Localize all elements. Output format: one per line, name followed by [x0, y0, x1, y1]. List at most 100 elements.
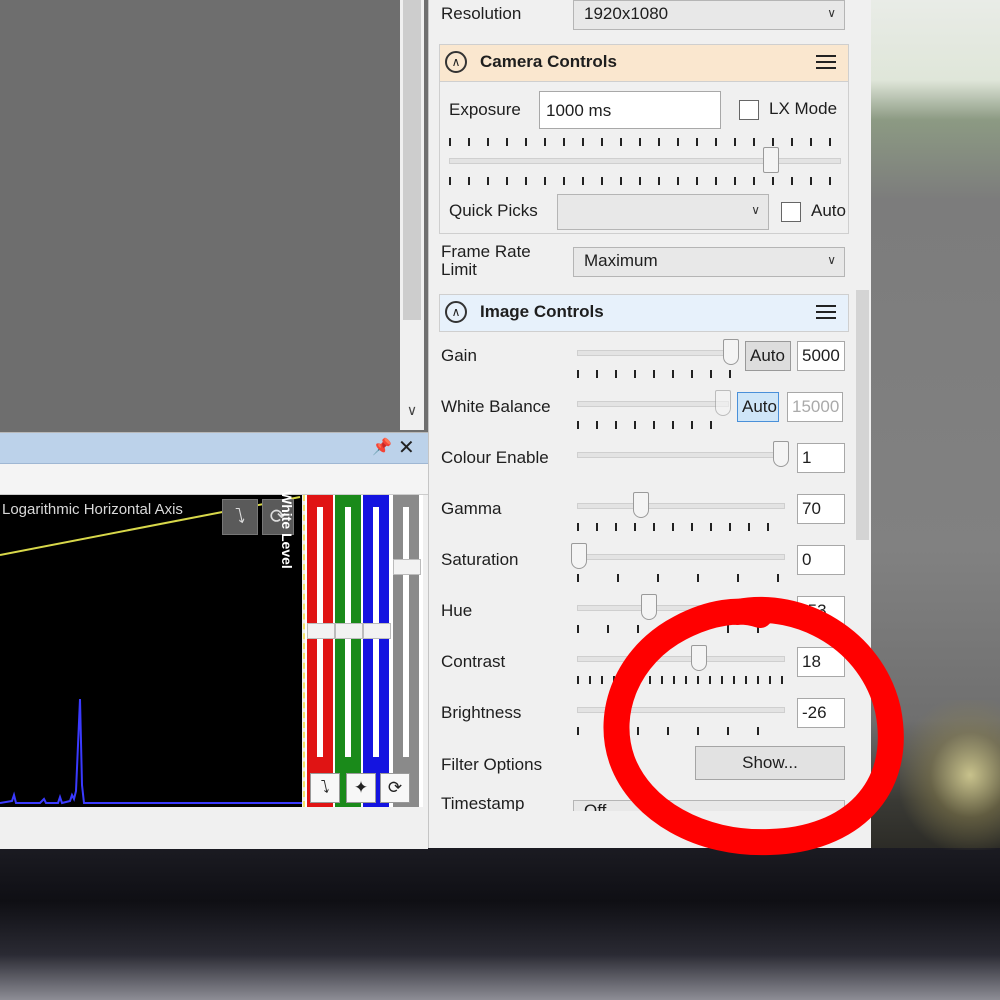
scrollbar-thumb[interactable] [856, 290, 869, 540]
camera-controls-title: Camera Controls [480, 52, 617, 71]
hue-value[interactable]: -53 [797, 596, 845, 626]
brightness-value[interactable]: -26 [797, 698, 845, 728]
contrast-value[interactable]: 18 [797, 647, 845, 677]
chevron-down-icon: ∨ [827, 253, 836, 267]
quick-picks-label: Quick Picks [449, 201, 538, 220]
axis-label: Logarithmic Horizontal Axis [2, 501, 183, 518]
colour-enable-label: Colour Enable [441, 448, 549, 467]
filter-options-show-button[interactable]: Show... [695, 746, 845, 780]
close-icon[interactable]: ✕ [398, 435, 415, 460]
gamma-value[interactable]: 70 [797, 494, 845, 524]
white-balance-value[interactable]: 15000 [787, 392, 843, 422]
collapse-icon[interactable]: ∧ [445, 51, 467, 73]
menu-icon[interactable] [816, 305, 836, 321]
background-glow [900, 700, 1000, 850]
contrast-slider-track[interactable] [577, 656, 785, 662]
contrast-label: Contrast [441, 652, 506, 671]
gamma-slider-thumb[interactable] [633, 492, 649, 518]
viewport-area [0, 0, 400, 430]
chevron-down-icon: ∨ [751, 203, 760, 217]
timestamp-label: Timestamp [441, 796, 525, 811]
chevron-down-icon: ∨ [827, 6, 836, 20]
histogram-titlebar: 📌 ✕ [0, 433, 428, 464]
blue-channel-slider[interactable] [363, 495, 391, 807]
star-icon[interactable]: ✦ [346, 773, 376, 803]
resolution-dropdown[interactable]: 1920x1080 ∨ [573, 0, 845, 30]
red-channel-slider[interactable] [307, 495, 335, 807]
colour-enable-slider-thumb[interactable] [773, 441, 789, 467]
brightness-slider-track[interactable] [577, 707, 785, 713]
quick-picks-dropdown[interactable]: ∨ [557, 194, 769, 230]
image-controls-header[interactable]: ∧ Image Controls [439, 294, 849, 332]
reset-icon[interactable]: ⟳ [380, 773, 410, 803]
white-balance-slider-track[interactable] [577, 401, 729, 407]
menu-icon[interactable] [816, 55, 836, 71]
histogram-tab-strip [0, 464, 428, 495]
timestamp-dropdown[interactable]: Off [573, 800, 845, 811]
colour-enable-value[interactable]: 1 [797, 443, 845, 473]
slider-thumb[interactable] [363, 623, 391, 639]
frame-rate-label: Frame Rate Limit [441, 242, 531, 279]
timestamp-value: Off [584, 801, 607, 811]
saturation-ticks [577, 574, 785, 582]
gain-slider-track[interactable] [577, 350, 737, 356]
brightness-label: Brightness [441, 703, 522, 722]
viewport-scrollbar[interactable]: ∨ [400, 0, 424, 430]
lightning-icon[interactable]: ⭝ [222, 499, 258, 535]
camera-controls-header[interactable]: ∧ Camera Controls [439, 44, 849, 82]
white-balance-slider-thumb[interactable] [715, 390, 731, 416]
exposure-slider-thumb[interactable] [763, 147, 779, 173]
gamma-label: Gamma [441, 499, 502, 518]
brightness-ticks [577, 727, 785, 735]
frame-rate-value: Maximum [584, 251, 658, 270]
white-balance-auto-button[interactable]: Auto [737, 392, 779, 422]
colour-enable-slider-track[interactable] [577, 452, 785, 458]
exposure-input[interactable]: 1000 ms [539, 91, 721, 129]
scroll-down-icon[interactable]: ∨ [400, 398, 424, 422]
slider-thumb[interactable] [307, 623, 335, 639]
contrast-ticks [577, 676, 785, 684]
hue-slider-thumb[interactable] [641, 594, 657, 620]
properties-panel: Resolution 1920x1080 ∨ ∧ Camera Controls… [428, 0, 871, 848]
pin-icon[interactable]: 📌 [372, 437, 392, 457]
gamma-slider-track[interactable] [577, 503, 785, 509]
quick-picks-auto-checkbox[interactable] [781, 202, 801, 222]
gain-slider-thumb[interactable] [723, 339, 739, 365]
slider-thumb[interactable] [393, 559, 421, 575]
scrollbar-thumb[interactable] [403, 0, 421, 320]
hue-ticks [577, 625, 785, 633]
image-controls-title: Image Controls [480, 302, 604, 321]
saturation-slider-track[interactable] [577, 554, 785, 560]
properties-scrollbar[interactable] [854, 0, 871, 848]
resolution-value: 1920x1080 [584, 4, 669, 23]
contrast-slider-thumb[interactable] [691, 645, 707, 671]
resolution-label: Resolution [441, 4, 522, 23]
hue-slider-track[interactable] [577, 605, 785, 611]
background-desk [0, 848, 1000, 1000]
exposure-slider-track[interactable] [449, 158, 841, 164]
white-level-label: White Level [279, 491, 295, 569]
channel-sliders [305, 495, 423, 807]
histogram-graph [0, 496, 302, 805]
histogram-plot: Logarithmic Horizontal Axis ⭝ ⟳ [0, 495, 302, 807]
gain-value[interactable]: 5000 [797, 341, 845, 371]
lx-mode-checkbox[interactable] [739, 100, 759, 120]
exposure-label: Exposure [449, 100, 521, 119]
slider-track [403, 507, 409, 757]
collapse-icon[interactable]: ∧ [445, 301, 467, 323]
gain-label: Gain [441, 346, 477, 365]
green-channel-slider[interactable] [335, 495, 363, 807]
histogram-trace [0, 698, 302, 805]
saturation-value[interactable]: 0 [797, 545, 845, 575]
gain-ticks [577, 370, 737, 378]
lightning-icon[interactable]: ⭝ [310, 773, 340, 803]
exposure-ticks-bottom [449, 177, 845, 185]
slider-thumb[interactable] [335, 623, 363, 639]
frame-rate-dropdown[interactable]: Maximum ∨ [573, 247, 845, 277]
gain-auto-button[interactable]: Auto [745, 341, 791, 371]
saturation-slider-thumb[interactable] [571, 543, 587, 569]
saturation-label: Saturation [441, 550, 519, 569]
gray-channel-slider[interactable] [393, 495, 421, 807]
white-balance-ticks [577, 421, 729, 429]
panel-footer [429, 811, 854, 848]
